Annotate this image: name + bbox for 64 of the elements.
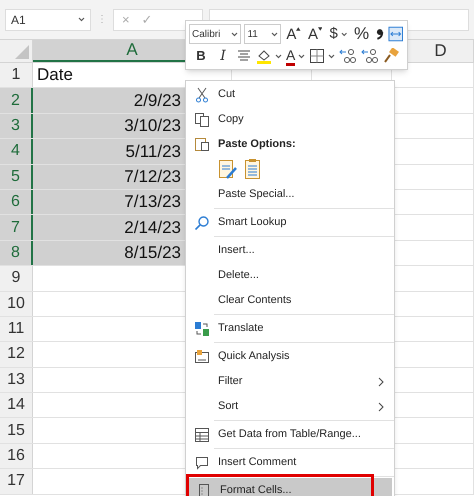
menu-item[interactable]: Clear Contents (186, 288, 394, 313)
row-header[interactable]: 1 (0, 63, 33, 88)
decrease-decimal-icon[interactable] (361, 48, 380, 64)
comment-icon (194, 454, 210, 470)
row-header[interactable]: 11 (0, 316, 33, 342)
menu-item[interactable]: Format Cells... (188, 478, 392, 496)
borders-icon[interactable] (309, 48, 326, 64)
format-painter-icon[interactable] (383, 48, 400, 64)
chevron-right-icon (378, 376, 384, 386)
table-icon (194, 426, 210, 442)
caret-icon (78, 17, 85, 22)
row-header[interactable]: 17 (0, 469, 33, 494)
up-triangle-icon (296, 27, 301, 31)
font-dropdown[interactable]: Calibri (189, 24, 242, 44)
percent-button[interactable]: % (352, 24, 371, 44)
caret-icon (231, 32, 238, 36)
row-header[interactable]: 14 (0, 393, 33, 418)
row-header[interactable]: 10 (0, 292, 33, 316)
menu-item[interactable]: Filter (186, 369, 394, 394)
row-header[interactable]: 3 (0, 114, 33, 138)
row-header[interactable]: 5 (0, 164, 33, 189)
shrink-font-button[interactable]: A (306, 24, 324, 44)
row-header[interactable]: 15 (0, 418, 33, 443)
caret-icon (328, 54, 336, 58)
row-header[interactable]: 12 (0, 342, 33, 367)
grow-font-button[interactable]: A (284, 24, 303, 44)
row-header[interactable]: 13 (0, 368, 33, 392)
row-header[interactable]: 6 (0, 190, 33, 214)
analysis-icon (194, 348, 210, 364)
format-icon (196, 482, 212, 496)
search-icon (194, 214, 210, 230)
paste-icon[interactable] (244, 158, 262, 180)
menu-item[interactable]: Delete... (186, 263, 394, 288)
down-triangle-icon (318, 27, 322, 31)
column-header[interactable]: D (408, 40, 473, 62)
row-header[interactable]: 2 (0, 88, 33, 113)
caret-icon (340, 32, 348, 36)
menu-item[interactable]: Insert Comment (186, 450, 394, 475)
row-header[interactable]: 4 (0, 139, 33, 164)
menu-item[interactable]: Get Data from Table/Range... (186, 422, 394, 447)
font-color-button[interactable]: A (286, 46, 296, 66)
name-box[interactable]: A1 (5, 8, 91, 30)
row-header[interactable]: 8 (0, 240, 33, 266)
menu-item[interactable]: Sort (186, 394, 394, 419)
caret-icon (271, 32, 278, 36)
grip-icon: ⋮ (97, 12, 107, 27)
font-size-dropdown[interactable]: 11 (244, 24, 282, 44)
paste-formatting-icon[interactable] (218, 158, 238, 180)
caret-icon (275, 54, 282, 58)
translate-icon (194, 320, 210, 336)
menu-item[interactable]: Translate (186, 316, 394, 341)
fill-color-icon[interactable] (256, 48, 272, 64)
copy-icon (194, 112, 210, 128)
currency-button[interactable]: $ (327, 24, 350, 44)
chevron-right-icon (378, 402, 384, 412)
caret-icon (298, 54, 306, 58)
merge-center-icon[interactable] (388, 26, 404, 42)
row-header[interactable]: 16 (0, 444, 33, 468)
row-header[interactable]: 9 (0, 266, 33, 291)
increase-decimal-icon[interactable] (339, 48, 358, 64)
scissors-icon (194, 86, 210, 102)
menu-item[interactable]: Quick Analysis (186, 344, 394, 369)
row-header[interactable]: 7 (0, 215, 33, 240)
clipboard-icon (194, 136, 210, 152)
